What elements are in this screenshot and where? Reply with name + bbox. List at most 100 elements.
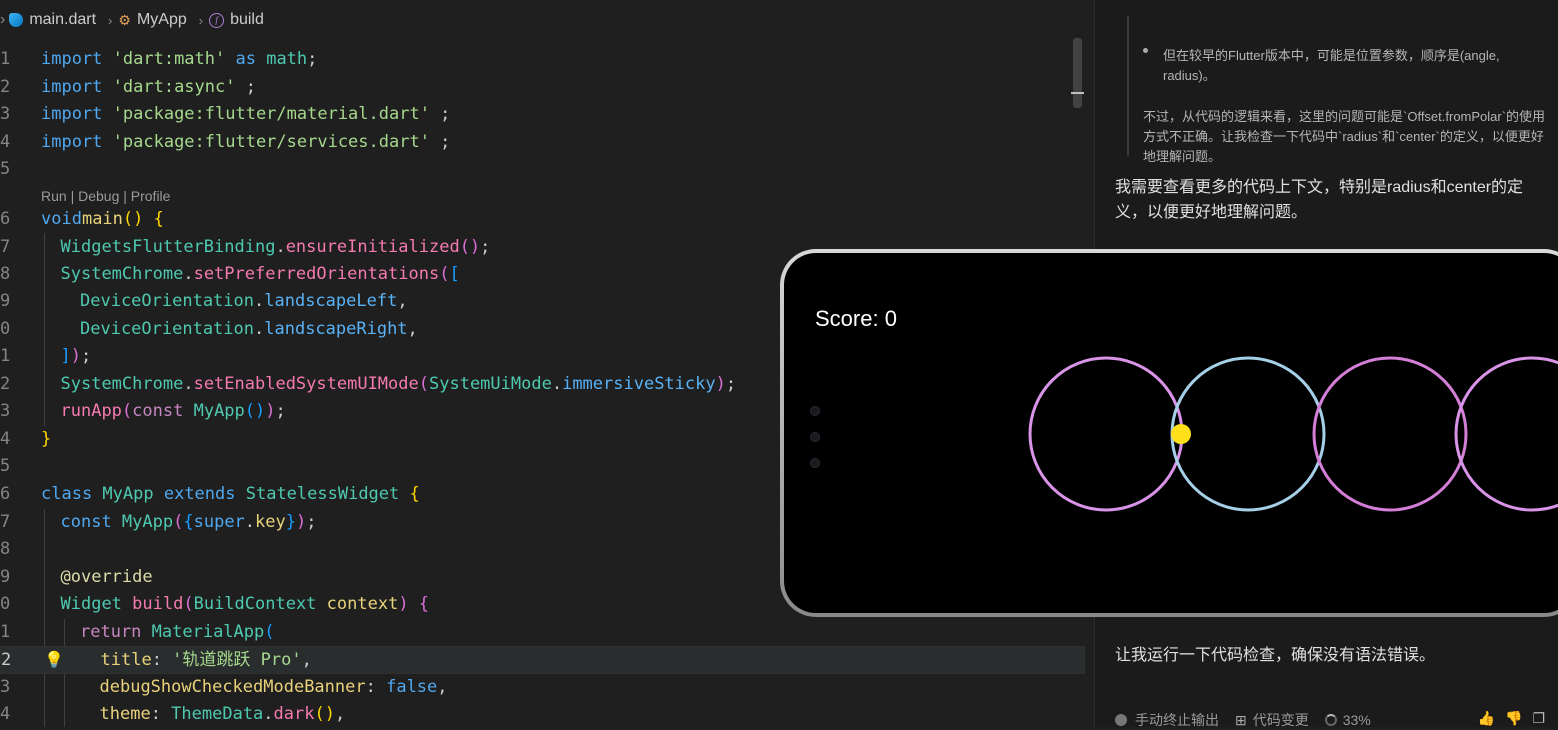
code-token: as xyxy=(225,49,256,69)
code-line[interactable]: 4 import 'package:flutter/services.dart' … xyxy=(0,129,1085,157)
code-token: const xyxy=(132,401,184,421)
code-text: SystemChrome.setEnabledSystemUIMode(Syst… xyxy=(61,371,737,399)
code-text: Widget build(BuildContext context) { xyxy=(61,591,430,619)
code-line[interactable]: 1 return MaterialApp( xyxy=(0,619,1085,647)
code-token: { xyxy=(409,484,420,504)
breadcrumb-method[interactable]: f build xyxy=(209,11,264,29)
code-line[interactable]: 2 title: '轨道跳跃 Pro', xyxy=(0,646,1085,674)
code-token: '轨道跳跃 Pro' xyxy=(172,650,302,670)
code-token: { xyxy=(183,512,194,532)
code-token: MaterialApp xyxy=(141,622,265,642)
orbit-ring xyxy=(1170,356,1326,512)
code-token: , xyxy=(437,677,448,697)
code-token: setEnabledSystemUIMode xyxy=(193,374,419,394)
code-token: ) xyxy=(265,401,276,421)
code-line[interactable]: 3 import 'package:flutter/material.dart' … xyxy=(0,101,1085,129)
code-token: super xyxy=(193,512,245,532)
code-text: import 'dart:async' ; xyxy=(41,74,256,102)
code-token: . xyxy=(263,704,274,724)
stop-output-button[interactable]: 手动终止输出 xyxy=(1115,710,1219,730)
code-token: ) xyxy=(70,346,81,366)
line-number: 1 xyxy=(0,346,11,366)
code-token: } xyxy=(41,429,52,449)
orbit-ring xyxy=(1454,356,1558,512)
line-number: 9 xyxy=(0,567,11,587)
code-text: import 'package:flutter/services.dart' ; xyxy=(41,129,450,157)
code-text: theme: ThemeData.dark(), xyxy=(100,701,346,729)
code-token: import xyxy=(41,49,103,69)
code-token: } xyxy=(285,512,297,532)
code-token: 'dart:math' xyxy=(102,49,226,69)
code-token: . xyxy=(275,237,286,257)
code-token: key xyxy=(255,512,286,532)
code-line[interactable]: 2 import 'dart:async' ; xyxy=(0,74,1085,102)
camera-sensor xyxy=(810,432,820,442)
code-token: . xyxy=(551,374,563,394)
code-token: ; xyxy=(235,77,256,97)
code-text: SystemChrome.setPreferredOrientations([ xyxy=(61,261,460,289)
line-number: 2 xyxy=(0,374,11,394)
line-number: 9 xyxy=(0,291,11,311)
code-token: , xyxy=(301,650,312,670)
quote-paragraph: 不过，从代码的逻辑来看，这里的问题可能是`Offset.fromPolar`的使… xyxy=(1143,109,1546,164)
scrollbar-thumb[interactable] xyxy=(1073,38,1082,108)
copy-icon[interactable]: ❐ xyxy=(1532,710,1545,727)
quoted-reasoning: 但在较早的Flutter版本中，可能是位置参数，顺序是(angle, radiu… xyxy=(1127,16,1554,164)
quote-bullet-text: 但在较早的Flutter版本中，可能是位置参数，顺序是(angle, radiu… xyxy=(1163,48,1500,83)
code-line[interactable]: 5 xyxy=(0,156,1085,184)
code-line[interactable]: 3 debugShowCheckedModeBanner: false, xyxy=(0,674,1085,702)
code-token: context xyxy=(316,594,399,614)
code-token: ( xyxy=(439,264,450,284)
line-number: 1 xyxy=(0,622,11,642)
code-token: MyApp xyxy=(92,484,164,504)
phone-emulator[interactable]: Score: 0 xyxy=(780,249,1558,617)
score-label: Score: 0 xyxy=(815,306,897,331)
code-text: title: '轨道跳跃 Pro', xyxy=(101,647,312,675)
game-canvas[interactable] xyxy=(790,256,1558,610)
thumbs-down-icon[interactable]: 👎 xyxy=(1505,710,1522,727)
orbit-ring xyxy=(1312,356,1468,512)
code-line[interactable]: 6 voidmain() { xyxy=(0,206,1085,234)
code-token: ( xyxy=(264,622,275,642)
code-token: DeviceOrientation xyxy=(80,291,254,311)
code-token: Widget xyxy=(60,594,122,614)
code-token: { xyxy=(408,594,430,614)
game-screen[interactable]: Score: 0 xyxy=(790,256,1558,610)
code-token: main xyxy=(81,209,123,229)
line-number: 5 xyxy=(0,456,11,476)
code-text: } xyxy=(41,426,51,454)
thumbs-up-icon[interactable]: 👍 xyxy=(1478,710,1495,727)
code-token: 'package:flutter/services.dart' xyxy=(102,132,430,152)
code-text: DeviceOrientation.landscapeLeft, xyxy=(80,288,408,316)
line-number: 2 xyxy=(0,77,11,97)
code-token: , xyxy=(334,704,346,724)
line-number: 7 xyxy=(0,237,11,257)
code-token: () xyxy=(459,237,481,257)
code-line[interactable]: 4 theme: ThemeData.dark(), xyxy=(0,701,1085,729)
breadcrumb-file[interactable]: › main.dart xyxy=(0,11,96,29)
line-number: 5 xyxy=(0,159,11,179)
code-token: ; xyxy=(275,401,286,421)
code-token: ( xyxy=(183,594,194,614)
lightbulb-icon[interactable]: 💡 xyxy=(44,650,64,669)
code-token: class xyxy=(41,484,93,504)
code-token: () xyxy=(122,209,144,229)
code-token: ensureInitialized xyxy=(285,237,460,257)
spinner-icon xyxy=(1324,714,1337,726)
code-token: return xyxy=(80,622,142,642)
assistant-message: 让我运行一下代码检查，确保没有语法错误。 xyxy=(1115,647,1436,664)
code-token: : xyxy=(151,650,173,670)
code-line[interactable]: 1 import 'dart:math' as math; xyxy=(0,46,1085,74)
code-token: 'dart:async' xyxy=(102,77,236,97)
code-token: ( xyxy=(418,374,429,394)
code-token: : xyxy=(365,677,387,697)
code-token: 'package:flutter/material.dart' xyxy=(102,104,430,124)
progress-indicator: 33% xyxy=(1324,712,1371,728)
breadcrumb-class[interactable]: ⚙ MyApp xyxy=(118,11,186,29)
code-token: . xyxy=(254,319,265,339)
code-changes-button[interactable]: ⊞ 代码变更 xyxy=(1235,710,1309,730)
code-text: ]); xyxy=(61,343,92,371)
camera-sensor xyxy=(810,458,820,468)
codelens-run-debug-profile[interactable]: Run | Debug | Profile xyxy=(41,188,170,204)
code-token: StatelessWidget xyxy=(235,484,410,504)
